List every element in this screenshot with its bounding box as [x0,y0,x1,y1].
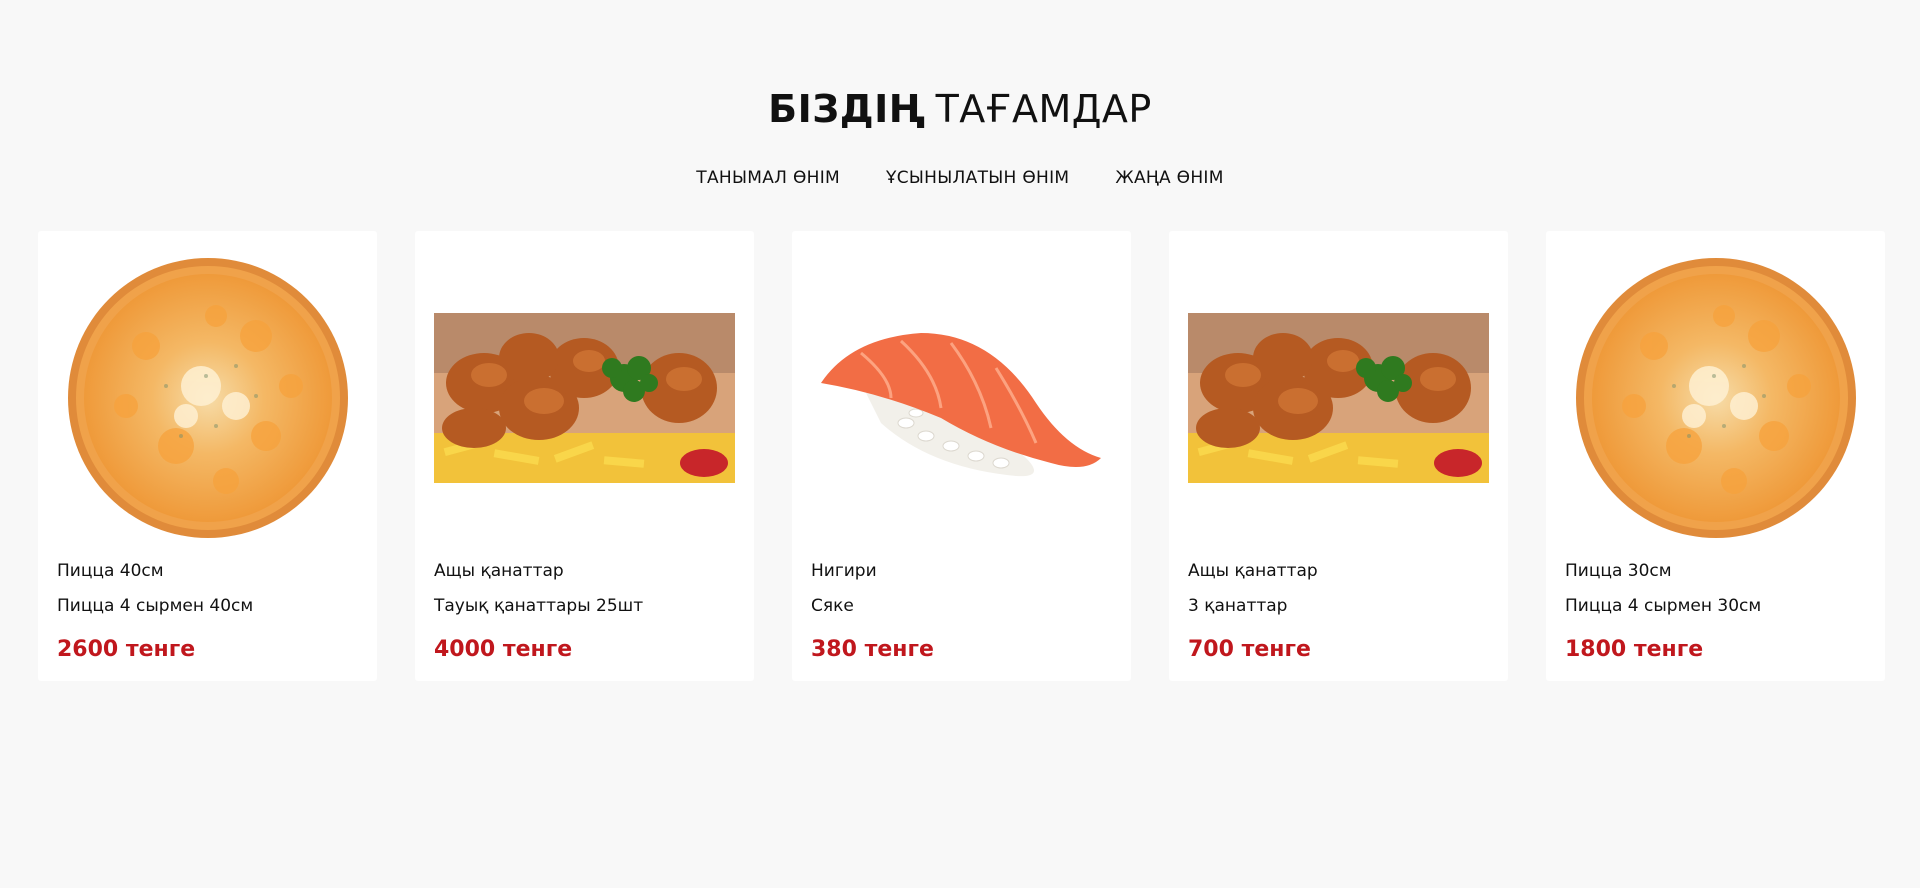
product-description: Пицца 4 сырмен 30см [1565,596,1762,616]
pizza-image[interactable] [1565,253,1866,543]
product-tabs: ТАНЫМАЛ ӨНІМ ҰСЫНЫЛАТЫН ӨНІМ ЖАҢА ӨНІМ [0,166,1920,190]
product-description: Сяке [811,596,854,616]
tab-recommended[interactable]: ҰСЫНЫЛАТЫН ӨНІМ [884,166,1071,190]
nigiri-sushi-image[interactable] [811,253,1112,543]
section-title: БІЗДІҢ ТАҒАМДАР [0,86,1920,132]
tab-popular[interactable]: ТАНЫМАЛ ӨНІМ [694,166,842,190]
product-description: Пицца 4 сырмен 40см [57,596,254,616]
chicken-wings-image[interactable] [434,253,735,543]
pizza-image[interactable] [57,253,358,543]
section-title-bold: БІЗДІҢ [768,87,926,131]
product-price: 4000 тенге [434,637,573,662]
product-name: Пицца 40см [57,561,164,581]
product-card[interactable]: Ащы қанаттар 3 қанаттар 700 тенге [1169,231,1508,681]
tab-new[interactable]: ЖАҢА ӨНІМ [1113,166,1225,190]
product-name: Нигири [811,561,877,581]
chicken-wings-image[interactable] [1188,253,1489,543]
section-title-light: ТАҒАМДАР [935,87,1152,131]
product-price: 380 тенге [811,637,934,662]
product-description: 3 қанаттар [1188,596,1288,616]
product-price: 700 тенге [1188,637,1311,662]
product-description: Тауық қанаттары 25шт [434,596,644,616]
product-grid: Пицца 40см Пицца 4 сырмен 40см 2600 тенг… [38,231,1885,681]
product-card[interactable]: Пицца 30см Пицца 4 сырмен 30см 1800 тенг… [1546,231,1885,681]
product-card[interactable]: Пицца 40см Пицца 4 сырмен 40см 2600 тенг… [38,231,377,681]
product-name: Ащы қанаттар [434,561,564,581]
products-section: БІЗДІҢ ТАҒАМДАР ТАНЫМАЛ ӨНІМ ҰСЫНЫЛАТЫН Ө… [0,0,1920,888]
product-card[interactable]: Нигири Сяке 380 тенге [792,231,1131,681]
product-name: Ащы қанаттар [1188,561,1318,581]
product-name: Пицца 30см [1565,561,1672,581]
product-card[interactable]: Ащы қанаттар Тауық қанаттары 25шт 4000 т… [415,231,754,681]
product-price: 2600 тенге [57,637,196,662]
product-price: 1800 тенге [1565,637,1704,662]
